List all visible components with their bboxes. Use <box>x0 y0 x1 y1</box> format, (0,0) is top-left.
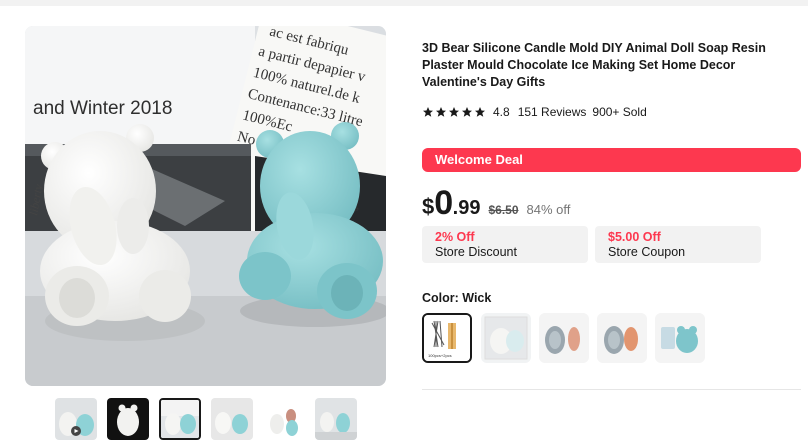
color-swatch-wick[interactable]: 100pcs+2pcs <box>422 313 472 363</box>
current-price: $ 0 .99 <box>422 185 480 221</box>
rating-row: 4.8 151 Reviews 900+ Sold <box>422 104 647 120</box>
star-rating <box>422 106 487 118</box>
discount-percent: 84% off <box>526 202 571 217</box>
star-icon <box>449 107 459 117</box>
star-icon <box>462 107 472 117</box>
welcome-deal-banner: Welcome Deal <box>422 148 801 172</box>
original-price: $6.50 <box>488 203 519 217</box>
svg-text:100pcs+2pcs: 100pcs+2pcs <box>428 353 452 358</box>
color-swatch-3[interactable] <box>539 313 589 363</box>
product-title: 3D Bear Silicone Candle Mold DIY Animal … <box>422 41 766 89</box>
color-swatch-2[interactable] <box>481 313 531 363</box>
main-product-image[interactable]: and Winter 2018 ac est fabriqu a partir … <box>25 26 386 386</box>
reviews-link[interactable]: 151 Reviews <box>518 105 587 119</box>
star-icon <box>475 107 485 117</box>
price-integer: 0 <box>434 184 453 222</box>
sold-count: 900+ Sold <box>592 105 647 119</box>
star-icon <box>423 107 433 117</box>
coupon-value: 2% Off <box>435 230 475 244</box>
thumbnail-3[interactable] <box>159 398 201 440</box>
color-swatch-5[interactable] <box>655 313 705 363</box>
star-icon <box>436 107 446 117</box>
coupon-label: Store Discount <box>435 245 517 259</box>
coupon-value: $5.00 Off <box>608 230 661 244</box>
price-decimal: .99 <box>452 197 481 219</box>
rating-score: 4.8 <box>493 105 510 119</box>
thumbnail-strip <box>55 398 365 442</box>
store-coupon[interactable]: $5.00 Off Store Coupon <box>595 226 761 263</box>
image-season-text: and Winter 2018 <box>33 98 172 119</box>
store-discount-coupon[interactable]: 2% Off Store Discount <box>422 226 588 263</box>
top-bar <box>0 0 808 6</box>
price-row: $ 0 .99 $6.50 84% off <box>422 185 570 221</box>
thumbnail-6[interactable] <box>315 398 357 440</box>
section-divider <box>422 389 801 390</box>
thumbnail-2[interactable] <box>107 398 149 440</box>
thumbnail-5[interactable] <box>263 398 305 440</box>
thumbnail-4[interactable] <box>211 398 253 440</box>
thumbnail-1[interactable] <box>55 398 97 440</box>
coupon-label: Store Coupon <box>608 245 686 259</box>
color-swatch-4[interactable] <box>597 313 647 363</box>
coupon-list: 2% Off Store Discount $5.00 Off Store Co… <box>422 226 768 263</box>
color-label: Color: Wick <box>422 291 492 305</box>
price-currency: $ <box>422 194 435 219</box>
